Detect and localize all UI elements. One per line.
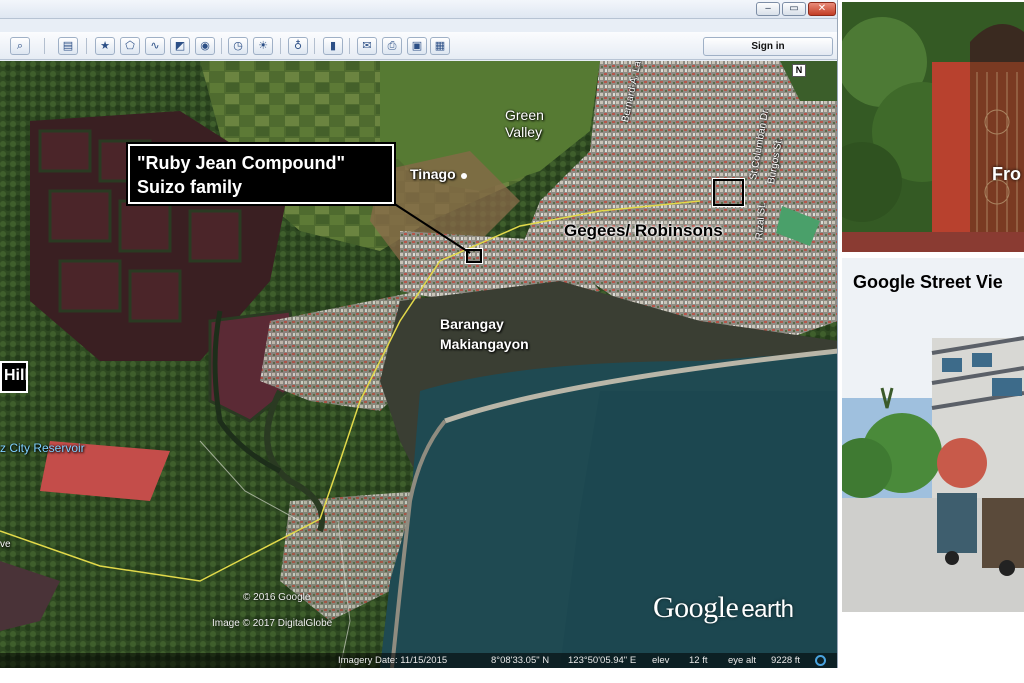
avenue-label: ve	[0, 539, 11, 550]
toolbar: ⌕ ▤ ★ ⬠ ∿ ◩ ◉ ◷ ☀ ♁ ▮ ✉ ⎙ ▣ ▦ Sign in	[0, 32, 837, 60]
polygon-icon[interactable]: ⬠	[120, 37, 140, 55]
longitude: 123°50'05.94" E	[568, 655, 637, 666]
copyright-imagery: Image © 2017 DigitalGlobe	[212, 618, 333, 629]
elev-value: 12 ft	[689, 655, 708, 666]
path-icon[interactable]: ∿	[145, 37, 165, 55]
planets-icon[interactable]: ♁	[288, 37, 308, 55]
google-earth-window: ‒ ▭ ✕ ⌕ ▤ ★ ⬠ ∿ ◩ ◉ ◷ ☀ ♁ ▮ ✉ ⎙ ▣ ▦ Sign…	[0, 0, 838, 668]
search-icon[interactable]: ⌕	[10, 37, 30, 55]
map-view[interactable]: "Ruby Jean Compound" Suizo family Hill G…	[0, 61, 837, 668]
save-image-icon[interactable]: ▣	[407, 37, 427, 55]
ruby-jean-callout: "Ruby Jean Compound" Suizo family	[126, 142, 396, 206]
hill-label: Hill	[0, 361, 29, 393]
eye-alt-value: 9228 ft	[771, 655, 801, 666]
close-button[interactable]: ✕	[808, 2, 836, 16]
maximize-button[interactable]: ▭	[782, 2, 806, 16]
callout-line-2: Suizo family	[137, 177, 243, 197]
front-gate-photo: Fro	[842, 2, 1024, 252]
toolbar-separator	[86, 38, 87, 54]
tinago-label: Tinago	[410, 166, 456, 182]
green-valley-label-2: Valley	[505, 124, 543, 140]
toolbar-separator	[349, 38, 350, 54]
callout-pointer	[389, 200, 471, 254]
view-in-maps-icon[interactable]: ▦	[430, 37, 450, 55]
street-view-photo: Google Street Vie	[842, 258, 1024, 612]
placemark-icon[interactable]: ★	[95, 37, 115, 55]
toolbar-separator	[314, 38, 315, 54]
barangay-label-1: Barangay	[440, 316, 504, 332]
imagery-date: Imagery Date: 11/15/2015	[338, 655, 448, 666]
sun-icon[interactable]: ☀	[253, 37, 273, 55]
street-view-label: Google Street Vie	[853, 272, 1003, 292]
streaming-status-icon	[815, 655, 826, 666]
front-photo-label: Fro	[992, 164, 1021, 184]
front-gate-image	[842, 2, 1024, 252]
eye-alt-label: eye alt	[728, 655, 756, 666]
latitude: 8°08'33.05" N	[491, 655, 550, 666]
green-valley-label-1: Green	[505, 107, 544, 123]
sign-in-button[interactable]: Sign in	[703, 37, 833, 56]
gegees-robinsons-label: Gegees/ Robinsons	[564, 221, 723, 240]
minimize-button[interactable]: ‒	[756, 2, 780, 16]
barangay-label-2: Makiangayon	[440, 336, 529, 352]
copyright-google: © 2016 Google	[243, 592, 311, 603]
elev-label: elev	[652, 655, 670, 666]
window-controls: ‒ ▭ ✕	[756, 2, 836, 16]
overlay-icon[interactable]: ◩	[170, 37, 190, 55]
reservoir-label: z City Reservoir	[0, 441, 85, 455]
toolbar-separator	[221, 38, 222, 54]
toolbar-separator	[44, 38, 45, 54]
title-bar: ‒ ▭ ✕	[0, 0, 837, 19]
logo-earth: earth	[741, 596, 794, 623]
logo-google: Google	[653, 591, 739, 624]
sidebar-icon[interactable]: ▤	[58, 37, 78, 55]
callout-line-1: "Ruby Jean Compound"	[137, 153, 346, 173]
toolbar-separator	[280, 38, 281, 54]
print-icon[interactable]: ⎙	[382, 37, 402, 55]
status-bar: Imagery Date: 11/15/2015 8°08'33.05" N 1…	[0, 653, 837, 668]
email-icon[interactable]: ✉	[357, 37, 377, 55]
record-tour-icon[interactable]: ◉	[195, 37, 215, 55]
photo-panels: Fro Google Street Vie	[842, 0, 1024, 683]
street-view-image	[842, 258, 1024, 612]
historical-imagery-icon[interactable]: ◷	[228, 37, 248, 55]
north-compass-icon[interactable]: N	[792, 64, 806, 77]
google-earth-logo: Google earth	[653, 591, 794, 625]
ruler-icon[interactable]: ▮	[323, 37, 343, 55]
